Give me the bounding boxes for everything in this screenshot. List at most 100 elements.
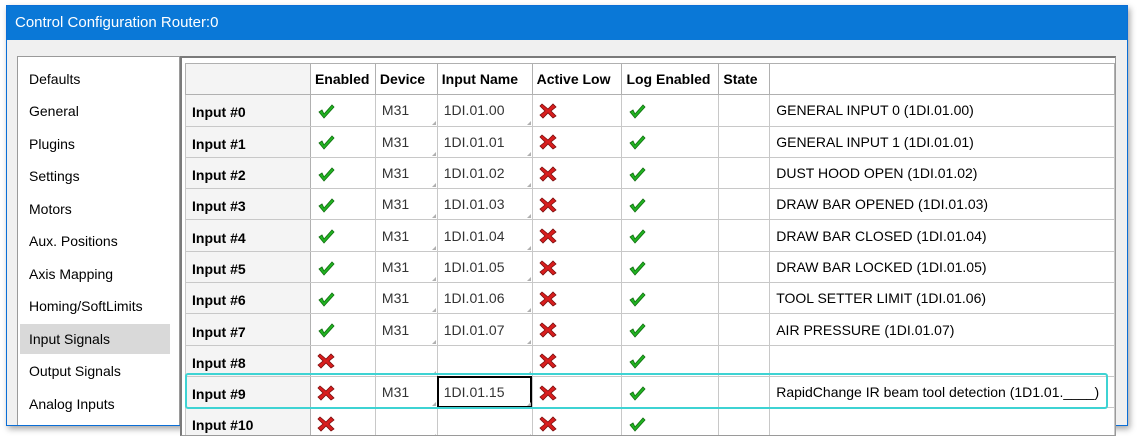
sidebar: Defaults General Plugins Settings Motors Aux.… <box>17 56 180 425</box>
active-low-cell[interactable] <box>531 94 623 127</box>
table-row: Input #0 M31 1DI.01.00 GENERAL INPUT 0 (1DI… <box>185 94 1115 127</box>
sidebar-item-homing-softlimits[interactable]: Homing/SoftLimits <box>20 291 170 321</box>
log-enabled-cell[interactable] <box>621 219 720 252</box>
device-cell[interactable]: M31 <box>374 282 438 315</box>
description-cell[interactable]: DUST HOOD OPEN (1DI.01.02) <box>769 156 1115 190</box>
sidebar-item-aux-positions[interactable]: Aux. Positions <box>20 226 170 256</box>
log-enabled-cell[interactable] <box>621 188 720 221</box>
sidebar-item-output-signals[interactable]: Output Signals <box>20 356 170 386</box>
red-x-icon <box>538 291 557 307</box>
green-check-icon <box>317 197 335 213</box>
input-name-value: 1DI.01.01 <box>443 133 505 150</box>
input-name-cell[interactable]: 1DI.01.01 <box>436 125 533 158</box>
input-name-value: 1DI.01.00 <box>443 102 505 119</box>
sidebar-item-axis-mapping[interactable]: Axis Mapping <box>20 259 170 289</box>
device-cell[interactable]: M31 <box>374 375 438 409</box>
log-enabled-cell[interactable] <box>621 375 720 409</box>
red-x-icon <box>538 385 557 401</box>
active-low-cell[interactable] <box>531 250 623 284</box>
description-cell[interactable]: GENERAL INPUT 0 (1DI.01.00) <box>769 94 1115 127</box>
enabled-cell[interactable] <box>309 282 376 315</box>
device-value: M31 <box>381 258 410 275</box>
enabled-cell[interactable] <box>309 344 376 377</box>
active-low-cell[interactable] <box>531 344 623 377</box>
active-low-cell[interactable] <box>531 282 623 315</box>
input-name-cell[interactable]: 1DI.01.15 <box>436 375 533 409</box>
input-name-value: 1DI.01.07 <box>443 321 505 338</box>
green-check-icon <box>317 166 335 182</box>
column-header-description <box>769 62 1115 96</box>
state-cell <box>718 250 771 284</box>
sidebar-item-settings[interactable]: Settings <box>20 161 170 191</box>
log-enabled-cell[interactable] <box>621 94 720 127</box>
dropdown-corner-icon <box>526 308 531 313</box>
active-low-cell[interactable] <box>531 188 623 221</box>
device-cell[interactable]: M31 <box>374 250 438 284</box>
green-check-icon <box>628 228 646 244</box>
sidebar-item-plugins[interactable]: Plugins <box>20 129 170 159</box>
active-low-cell[interactable] <box>531 156 623 190</box>
device-cell[interactable]: M31 <box>374 219 438 252</box>
sidebar-item-defaults[interactable]: Defaults <box>20 64 170 94</box>
input-name-value: 1DI.01.03 <box>443 196 505 213</box>
input-name-cell[interactable] <box>436 344 533 377</box>
column-header-active-low: Active Low <box>531 62 623 96</box>
sidebar-item-analog-inputs[interactable]: Analog Inputs <box>20 389 170 419</box>
table-row: Input #4 M31 1DI.01.04 DRAW BAR CLOSED (1DI… <box>185 219 1115 252</box>
sidebar-item-general[interactable]: General <box>20 96 170 126</box>
green-check-icon <box>628 134 646 150</box>
table-row: Input #6 M31 1DI.01.06 TOOL SETTER LIMIT (1… <box>185 282 1115 315</box>
sidebar-item-motors[interactable]: Motors <box>20 194 170 224</box>
input-name-cell[interactable]: 1DI.01.02 <box>436 156 533 190</box>
input-name-cell[interactable]: 1DI.01.00 <box>436 94 533 127</box>
description-cell[interactable]: DRAW BAR CLOSED (1DI.01.04) <box>769 219 1115 252</box>
log-enabled-cell[interactable] <box>621 125 720 158</box>
enabled-cell[interactable] <box>309 94 376 127</box>
enabled-cell[interactable] <box>309 156 376 190</box>
sidebar-item-input-signals[interactable]: Input Signals <box>20 324 170 354</box>
description-cell[interactable]: RapidChange IR beam tool detection (1D1.… <box>769 375 1115 409</box>
device-cell[interactable] <box>374 344 438 377</box>
device-cell[interactable]: M31 <box>374 156 438 190</box>
log-enabled-cell[interactable] <box>621 156 720 190</box>
row-header: Input #0 <box>185 94 311 127</box>
active-low-cell[interactable] <box>531 219 623 252</box>
enabled-cell[interactable] <box>309 250 376 284</box>
table-row: Input #2 M31 1DI.01.02 DUST HOOD OPEN (1DI.… <box>185 156 1115 190</box>
active-low-cell[interactable] <box>531 313 623 346</box>
description-cell[interactable] <box>769 344 1115 377</box>
table-row: Input #9 M31 1DI.01.15 RapidChange IR beam … <box>185 375 1115 409</box>
green-check-icon <box>628 260 646 276</box>
device-value: M31 <box>381 102 410 119</box>
device-cell[interactable]: M31 <box>374 94 438 127</box>
device-cell[interactable]: M31 <box>374 313 438 346</box>
row-header: Input #1 <box>185 125 311 158</box>
enabled-cell[interactable] <box>309 313 376 346</box>
device-cell[interactable]: M31 <box>374 188 438 221</box>
input-name-cell[interactable]: 1DI.01.07 <box>436 313 533 346</box>
description-cell[interactable]: TOOL SETTER LIMIT (1DI.01.06) <box>769 282 1115 315</box>
description-cell[interactable]: DRAW BAR OPENED (1DI.01.03) <box>769 188 1115 221</box>
active-low-cell[interactable] <box>531 375 623 409</box>
enabled-cell[interactable] <box>309 125 376 158</box>
green-check-icon <box>317 291 335 307</box>
input-name-cell[interactable]: 1DI.01.05 <box>436 250 533 284</box>
enabled-cell[interactable] <box>309 219 376 252</box>
log-enabled-cell[interactable] <box>621 282 720 315</box>
device-cell[interactable]: M31 <box>374 125 438 158</box>
dropdown-corner-icon <box>431 214 436 219</box>
input-name-cell[interactable]: 1DI.01.04 <box>436 219 533 252</box>
dropdown-corner-icon <box>526 370 531 375</box>
enabled-cell[interactable] <box>309 375 376 409</box>
log-enabled-cell[interactable] <box>621 250 720 284</box>
log-enabled-cell[interactable] <box>621 344 720 377</box>
input-name-cell[interactable]: 1DI.01.06 <box>436 282 533 315</box>
active-low-cell[interactable] <box>531 125 623 158</box>
description-cell[interactable]: GENERAL INPUT 1 (1DI.01.01) <box>769 125 1115 158</box>
description-cell[interactable]: DRAW BAR LOCKED (1DI.01.05) <box>769 250 1115 284</box>
green-check-icon <box>317 228 335 244</box>
enabled-cell[interactable] <box>309 188 376 221</box>
input-name-cell[interactable]: 1DI.01.03 <box>436 188 533 221</box>
log-enabled-cell[interactable] <box>621 313 720 346</box>
description-cell[interactable]: AIR PRESSURE (1DI.01.07) <box>769 313 1115 346</box>
